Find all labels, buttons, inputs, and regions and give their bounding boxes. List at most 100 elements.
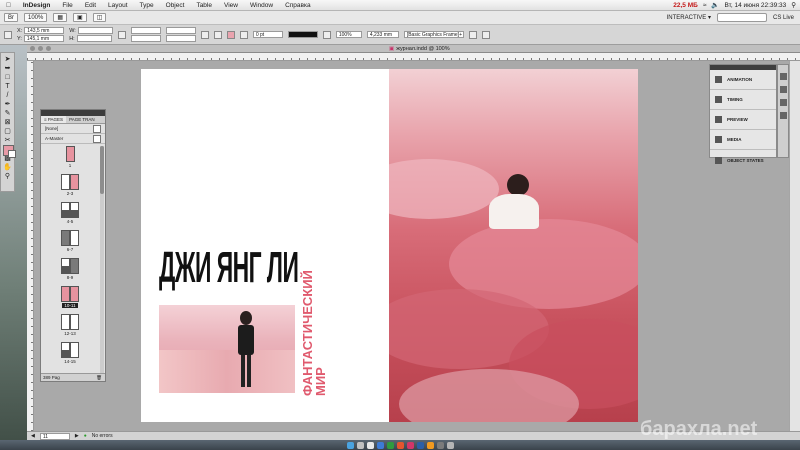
minimize-window-icon[interactable] — [38, 46, 43, 51]
menu-window[interactable]: Window — [244, 2, 279, 9]
page-number-field[interactable]: 11 — [39, 432, 70, 440]
delete-page-icon[interactable]: 🗑 — [96, 375, 102, 381]
type-tool-icon[interactable]: T — [2, 83, 13, 91]
rotation-field[interactable] — [165, 27, 196, 34]
finder-icon[interactable] — [346, 441, 354, 449]
panel-preview[interactable]: PREVIEW — [710, 110, 776, 130]
shear-field[interactable] — [165, 35, 196, 42]
app-menu[interactable]: InDesign — [17, 2, 56, 9]
indesign-icon[interactable] — [406, 441, 414, 449]
wifi-icon[interactable]: ≈ — [703, 2, 707, 9]
volume-icon[interactable]: 🔈 — [711, 1, 719, 9]
page-thumb-14-15[interactable]: 14-15 — [41, 342, 99, 367]
small-photo-frame[interactable] — [159, 305, 295, 393]
workspace-switcher[interactable]: INTERACTIVE ▾ — [667, 14, 711, 21]
selection-tool-icon[interactable]: ➤ — [2, 56, 13, 64]
line-tool-icon[interactable]: / — [2, 92, 13, 100]
vertical-ruler[interactable] — [27, 61, 34, 431]
y-field[interactable]: 145,1 mm — [23, 35, 64, 42]
object-style-dropdown[interactable]: [Basic Graphics Frame]+ — [403, 31, 464, 38]
scale-x-field[interactable] — [130, 27, 161, 34]
reference-point-icon[interactable] — [4, 30, 12, 39]
tab-pages[interactable]: ≡ PAGES — [41, 116, 67, 123]
height-field[interactable] — [76, 35, 112, 42]
master-a[interactable]: A-Master — [41, 134, 105, 144]
menu-table[interactable]: Table — [190, 2, 218, 9]
dock-icon[interactable] — [779, 73, 787, 80]
photoshop-icon[interactable] — [416, 441, 424, 449]
size-field[interactable]: 4,233 mm — [366, 31, 399, 38]
vertical-text-frame[interactable]: ФАНТАСТИЧЕСКИЙ МИР — [300, 270, 341, 396]
dock-icon[interactable] — [779, 112, 787, 119]
rectangle-tool-icon[interactable]: ▢ — [2, 128, 13, 136]
menu-help[interactable]: Справка — [279, 2, 317, 9]
width-field[interactable] — [77, 27, 113, 34]
page-thumb-12-13[interactable]: 12-13 — [41, 314, 99, 339]
settings-icon[interactable] — [436, 441, 444, 449]
constrain-proportions-icon[interactable] — [117, 30, 126, 39]
launchpad-icon[interactable] — [356, 441, 364, 449]
close-window-icon[interactable] — [30, 46, 35, 51]
horizontal-ruler[interactable] — [27, 53, 800, 61]
trash-icon[interactable] — [446, 441, 454, 449]
photos-icon[interactable] — [396, 441, 404, 449]
master-none[interactable]: [None] — [41, 124, 105, 134]
zoom-tool-icon[interactable]: ⚲ — [2, 173, 13, 181]
apple-icon[interactable]:  — [0, 2, 17, 9]
page-thumb-8-9[interactable]: 8-9 — [41, 258, 99, 283]
bridge-button[interactable]: Br — [4, 13, 18, 22]
x-field[interactable]: 143,5 mm — [24, 27, 65, 34]
fill-swatch[interactable] — [226, 30, 235, 39]
stroke-color-icon[interactable] — [8, 150, 16, 158]
view-options-icon[interactable]: ▦ — [53, 13, 68, 22]
document-tab[interactable]: ▣ журнал.indd @ 100% — [389, 46, 450, 52]
opacity-field[interactable]: 100% — [335, 31, 362, 38]
spotlight-icon[interactable]: ⚲ — [791, 1, 796, 9]
select-container-icon[interactable] — [213, 30, 222, 39]
arrange-documents-icon[interactable]: ◫ — [92, 13, 107, 22]
menu-object[interactable]: Object — [160, 2, 191, 9]
help-search-input[interactable] — [716, 13, 767, 22]
page-thumb-2-3[interactable]: 2-3 — [41, 174, 99, 199]
page-thumb-6-7[interactable]: 6-7 — [41, 230, 99, 255]
next-page-icon[interactable]: ▶ — [75, 433, 79, 439]
menu-edit[interactable]: Edit — [79, 2, 102, 9]
stroke-weight-field[interactable]: 0 pt — [252, 31, 283, 38]
pages-scrollbar[interactable] — [100, 146, 104, 374]
cs-live-button[interactable]: CS Live — [773, 15, 794, 21]
menu-view[interactable]: View — [218, 2, 244, 9]
panel-media[interactable]: MEDIA — [710, 130, 776, 150]
memory-indicator[interactable]: 22,5 МБ — [673, 2, 698, 9]
screen-mode-icon[interactable]: ▣ — [73, 13, 87, 22]
stroke-swatch[interactable] — [239, 30, 248, 39]
menu-type[interactable]: Type — [134, 2, 160, 9]
illustrator-icon[interactable] — [426, 441, 434, 449]
page-thumb-10-11[interactable]: 10-11 — [41, 286, 99, 311]
first-page-icon[interactable]: ◀ — [31, 433, 35, 439]
page-thumb-4-5[interactable]: 4-5 — [41, 202, 99, 227]
menu-file[interactable]: File — [56, 2, 78, 9]
dock-icon[interactable] — [779, 99, 787, 106]
page-thumb-1[interactable]: 1 — [41, 146, 99, 171]
pencil-tool-icon[interactable]: ✎ — [2, 110, 13, 118]
vertical-scrollbar[interactable] — [789, 61, 800, 433]
flip-icon[interactable] — [200, 30, 209, 39]
mail-icon[interactable] — [366, 441, 374, 449]
stroke-type-dropdown[interactable] — [287, 31, 318, 38]
fitting-icon[interactable] — [468, 30, 477, 39]
panel-object-states[interactable]: OBJECT STATES — [710, 150, 776, 170]
scissors-tool-icon[interactable]: ✂ — [2, 137, 13, 145]
facetime-icon[interactable] — [386, 441, 394, 449]
hand-tool-icon[interactable]: ✋ — [2, 164, 13, 172]
preflight-status[interactable]: No errors — [92, 433, 113, 439]
dock-icon[interactable] — [779, 86, 787, 93]
pen-tool-icon[interactable]: ✒ — [2, 101, 13, 109]
wrap-icon[interactable] — [481, 30, 490, 39]
clock[interactable]: Вт, 14 июня 22:39:33 — [724, 2, 786, 9]
page-tool-icon[interactable]: □ — [2, 74, 13, 82]
safari-icon[interactable] — [376, 441, 384, 449]
menu-layout[interactable]: Layout — [102, 2, 134, 9]
scrollbar-thumb[interactable] — [100, 146, 104, 194]
tab-page-transitions[interactable]: PAGE TRAN — [66, 116, 98, 123]
panel-animation[interactable]: ANIMATION — [710, 70, 776, 90]
